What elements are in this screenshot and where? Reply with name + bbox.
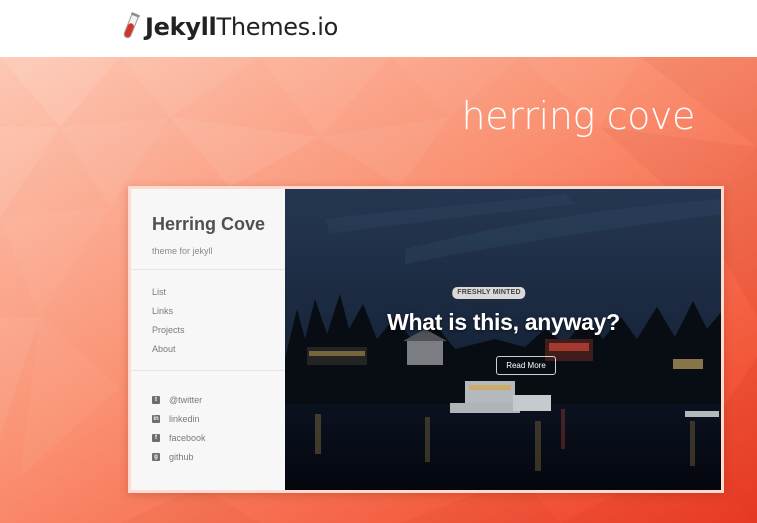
nav-item-about[interactable]: About xyxy=(152,344,185,363)
preview-social-links: t @twitter in linkedin f facebook g gith… xyxy=(152,395,206,471)
featured-post-title[interactable]: What is this, anyway? xyxy=(285,311,721,334)
github-icon: g xyxy=(152,453,160,461)
test-tube-icon xyxy=(123,12,140,39)
nav-item-projects[interactable]: Projects xyxy=(152,325,185,344)
theme-preview[interactable]: Herring Cove theme for jekyll List Links… xyxy=(128,186,724,493)
twitter-icon: t xyxy=(152,396,160,404)
sidebar-divider xyxy=(131,370,285,371)
social-link-facebook[interactable]: f facebook xyxy=(152,433,206,452)
preview-nav: List Links Projects About xyxy=(152,287,185,363)
theme-hero: herring cove Herring Cove theme for jeky… xyxy=(0,57,757,523)
nav-item-list[interactable]: List xyxy=(152,287,185,306)
preview-site-title[interactable]: Herring Cove xyxy=(152,215,265,233)
site-logo-link[interactable]: JekyllThemes.io xyxy=(120,10,338,44)
logo-wordmark: JekyllThemes.io xyxy=(145,13,339,41)
social-link-linkedin[interactable]: in linkedin xyxy=(152,414,206,433)
facebook-icon: f xyxy=(152,434,160,442)
social-label: facebook xyxy=(169,433,206,443)
nav-item-links[interactable]: Links xyxy=(152,306,185,325)
preview-site-tagline: theme for jekyll xyxy=(152,246,213,256)
featured-post-cover: FRESHLY MINTED What is this, anyway? Rea… xyxy=(285,189,721,490)
social-link-twitter[interactable]: t @twitter xyxy=(152,395,206,414)
night-harbor-photo xyxy=(285,189,721,490)
site-header: JekyllThemes.io xyxy=(0,0,757,57)
linkedin-icon: in xyxy=(152,415,160,423)
social-label: linkedin xyxy=(169,414,200,424)
post-category-badge: FRESHLY MINTED xyxy=(452,287,526,299)
preview-sidebar: Herring Cove theme for jekyll List Links… xyxy=(131,189,285,490)
social-link-github[interactable]: g github xyxy=(152,452,206,471)
social-label: @twitter xyxy=(169,395,203,405)
social-label: github xyxy=(169,452,194,462)
sidebar-divider xyxy=(131,269,285,270)
read-more-button[interactable]: Read More xyxy=(496,356,556,375)
theme-title: herring cove xyxy=(461,94,696,138)
